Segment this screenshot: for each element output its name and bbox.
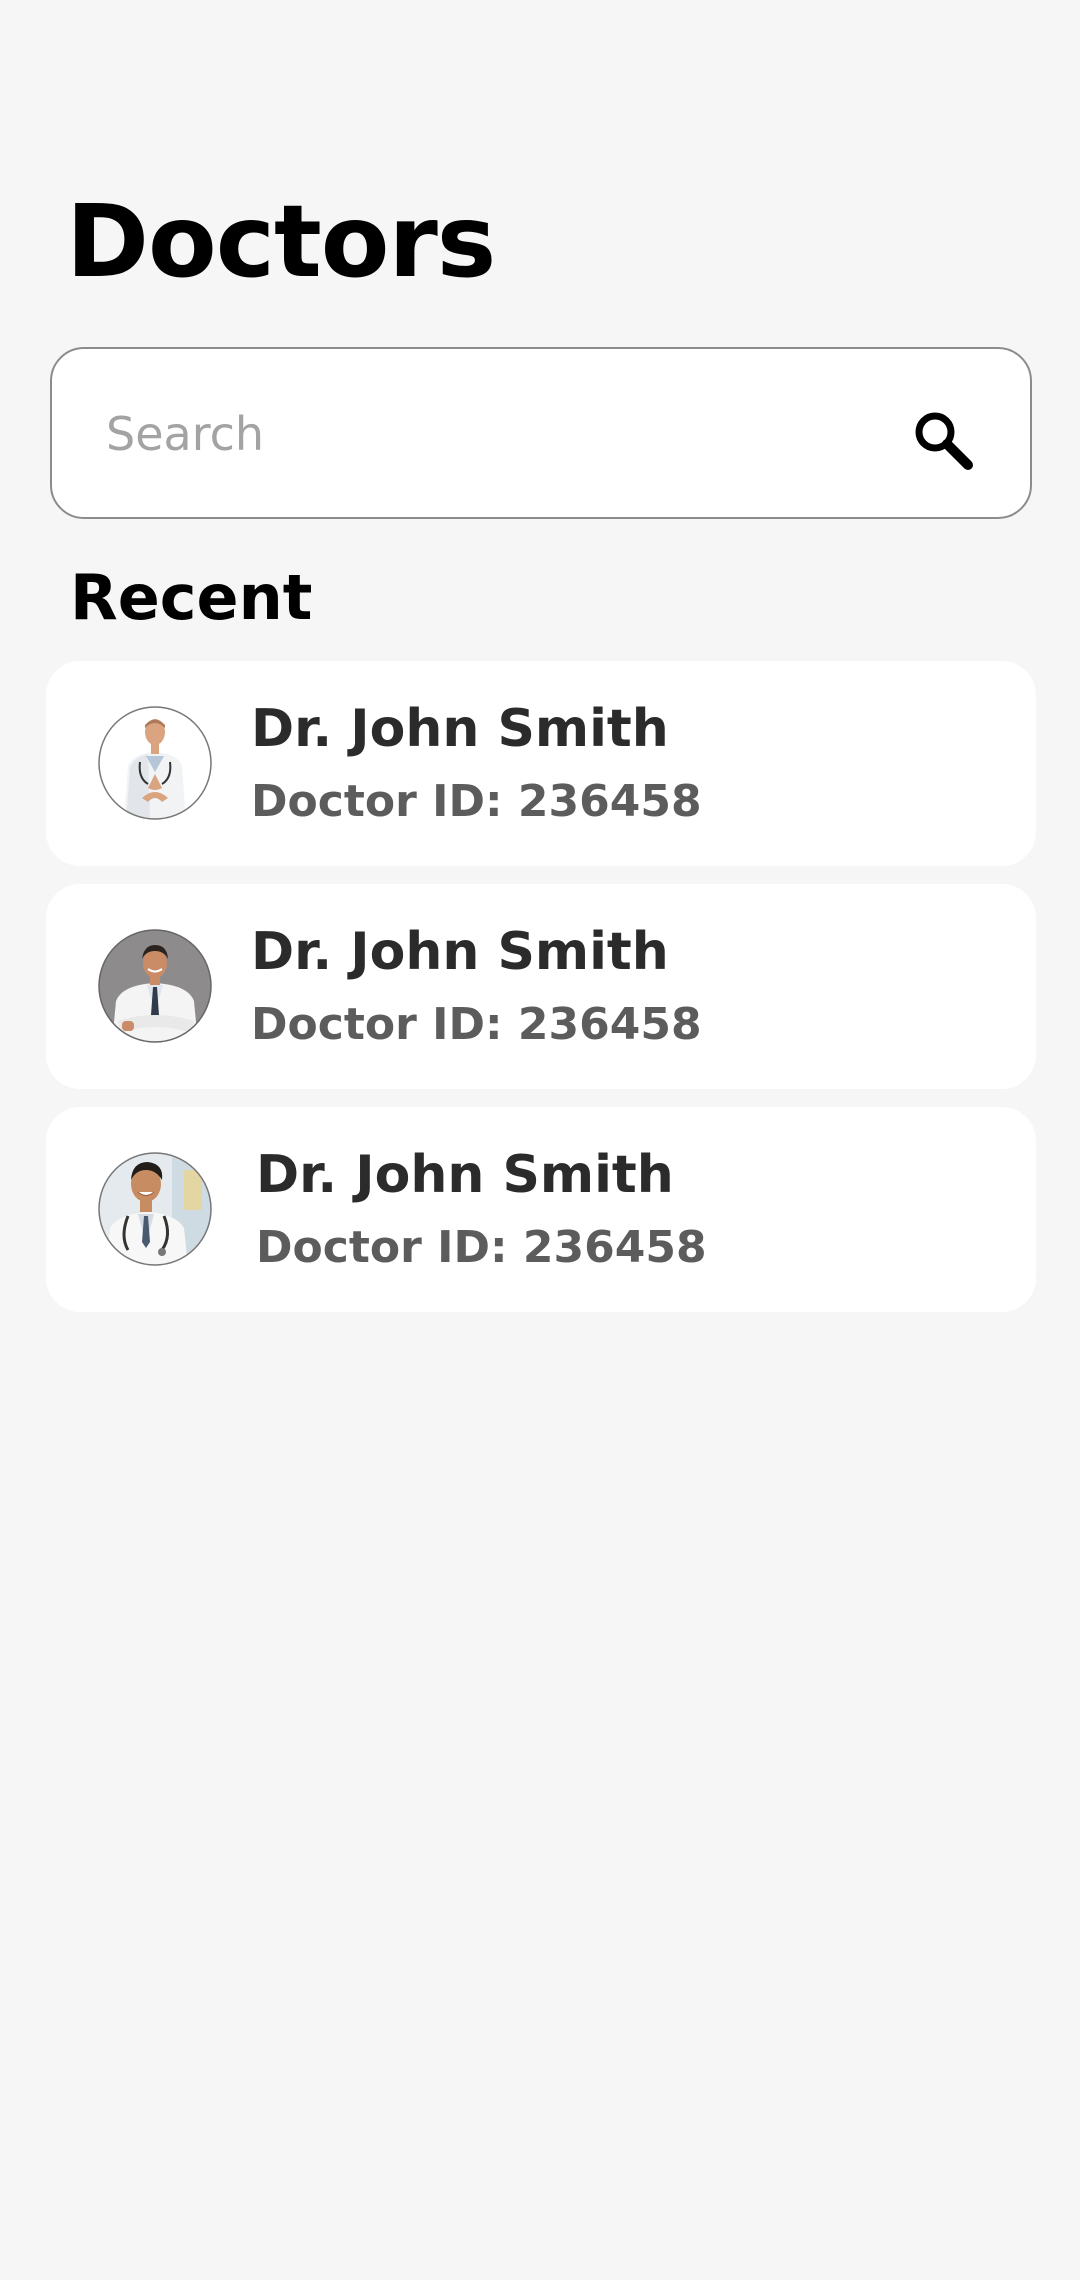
doctor-name: Dr. John Smith — [256, 1145, 674, 1205]
doctor-card[interactable]: Dr. John Smith Doctor ID: 236458 — [46, 884, 1036, 1089]
doctor-card[interactable]: Dr. John Smith Doctor ID: 236458 — [46, 661, 1036, 866]
doctor-avatar — [98, 706, 212, 820]
doctor-name: Dr. John Smith — [251, 922, 669, 982]
search-bar[interactable] — [50, 347, 1032, 519]
search-icon[interactable] — [910, 407, 976, 473]
doctor-id: Doctor ID: 236458 — [251, 999, 702, 1050]
doctor-id: Doctor ID: 236458 — [251, 776, 702, 827]
doctor-avatar — [98, 1152, 212, 1266]
doctor-avatar — [98, 929, 212, 1043]
doctor-name: Dr. John Smith — [251, 699, 669, 759]
doctor-id: Doctor ID: 236458 — [256, 1222, 707, 1273]
recent-doctor-list: Dr. John Smith Doctor ID: 236458 Dr. Joh… — [46, 661, 1036, 1330]
doctor-card[interactable]: Dr. John Smith Doctor ID: 236458 — [46, 1107, 1036, 1312]
recent-section-title: Recent — [70, 561, 313, 634]
search-input[interactable] — [106, 389, 886, 479]
page-title: Doctors — [66, 183, 496, 300]
